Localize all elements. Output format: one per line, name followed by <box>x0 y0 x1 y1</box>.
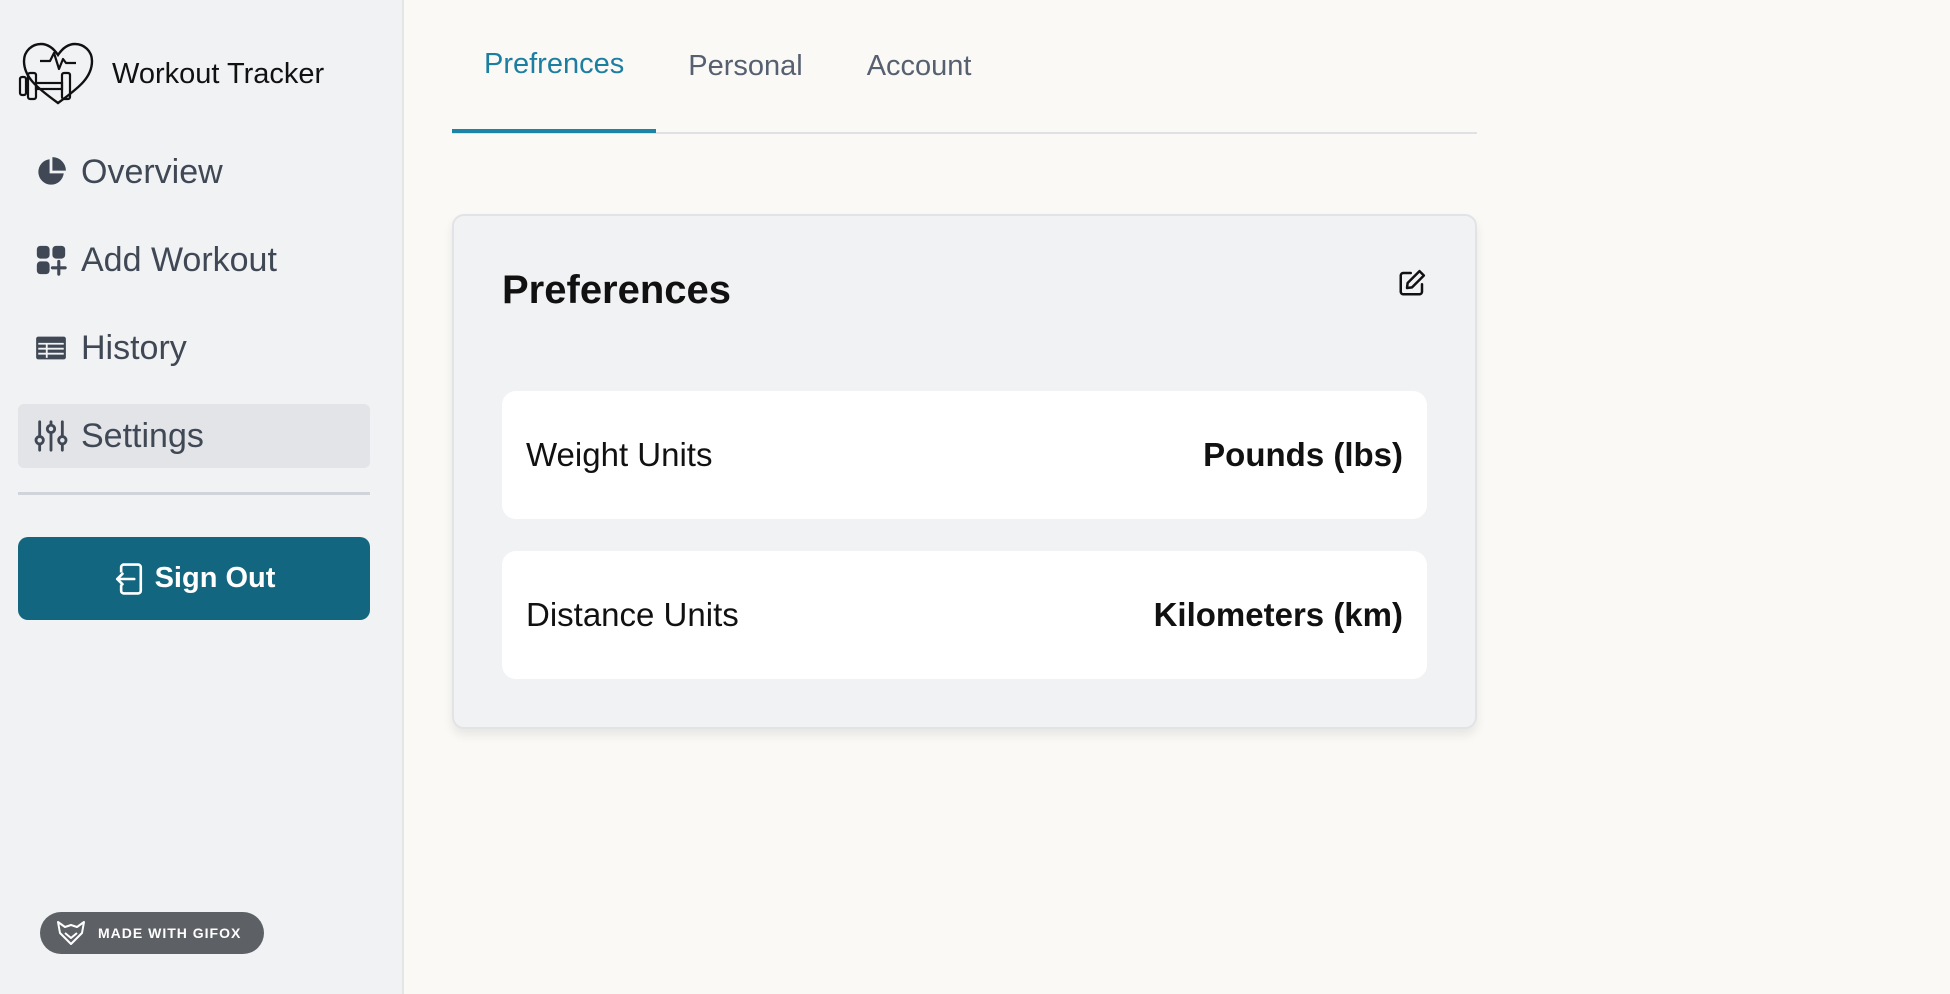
sidebar-item-overview[interactable]: Overview <box>18 140 370 204</box>
sidebar-divider <box>18 492 370 495</box>
edit-button[interactable] <box>1397 268 1427 298</box>
sidebar-item-label: Add Workout <box>81 240 277 279</box>
sign-out-button[interactable]: Sign Out <box>18 537 370 620</box>
fox-logo-icon <box>57 921 85 945</box>
card-title: Preferences <box>502 268 732 312</box>
preference-label: Distance Units <box>526 596 739 633</box>
sidebar-nav: Overview Add Workout History Settings <box>18 140 384 468</box>
edit-icon <box>1399 269 1426 296</box>
app-name: Workout Tracker <box>112 57 325 90</box>
tab-personal[interactable]: Personal <box>656 0 834 133</box>
made-with-gifox-badge[interactable]: MADE WITH GIFOX <box>40 912 264 954</box>
add-grid-icon <box>36 245 67 276</box>
sign-out-icon <box>115 562 142 595</box>
sidebar-item-label: Settings <box>81 416 204 455</box>
table-icon <box>36 336 66 360</box>
tab-prefrences[interactable]: Prefrences <box>452 0 657 133</box>
pie-chart-icon <box>38 157 66 185</box>
brand[interactable]: Workout Tracker <box>18 36 384 112</box>
badge-label: MADE WITH GIFOX <box>98 925 242 941</box>
sidebar-item-settings[interactable]: Settings <box>18 404 370 468</box>
sidebar-item-add-workout[interactable]: Add Workout <box>18 228 370 292</box>
preference-row-distance-units: Distance Units Kilometers (km) <box>502 551 1427 679</box>
sidebar-item-history[interactable]: History <box>18 316 370 380</box>
preference-value: Pounds (lbs) <box>1203 436 1403 473</box>
sign-out-label: Sign Out <box>154 562 276 594</box>
settings-tabs: Prefrences Personal Account <box>452 0 1477 134</box>
preferences-card: Preferences Weight Units Pounds (lbs) Di… <box>452 214 1477 729</box>
sliders-icon <box>34 420 68 452</box>
preferences-list: Weight Units Pounds (lbs) Distance Units… <box>502 391 1427 679</box>
preference-value: Kilometers (km) <box>1153 596 1403 633</box>
preference-label: Weight Units <box>526 436 713 473</box>
sidebar: Workout Tracker Overview Add Workout His… <box>0 0 404 994</box>
app-root: Workout Tracker Overview Add Workout His… <box>0 0 1950 994</box>
sidebar-item-label: Overview <box>81 152 223 191</box>
sidebar-item-label: History <box>81 328 187 367</box>
main-content: Prefrences Personal Account Preferences … <box>404 0 1950 994</box>
tab-account[interactable]: Account <box>835 0 1004 133</box>
heart-dumbbell-logo-icon <box>18 42 94 105</box>
preference-row-weight-units: Weight Units Pounds (lbs) <box>502 391 1427 519</box>
